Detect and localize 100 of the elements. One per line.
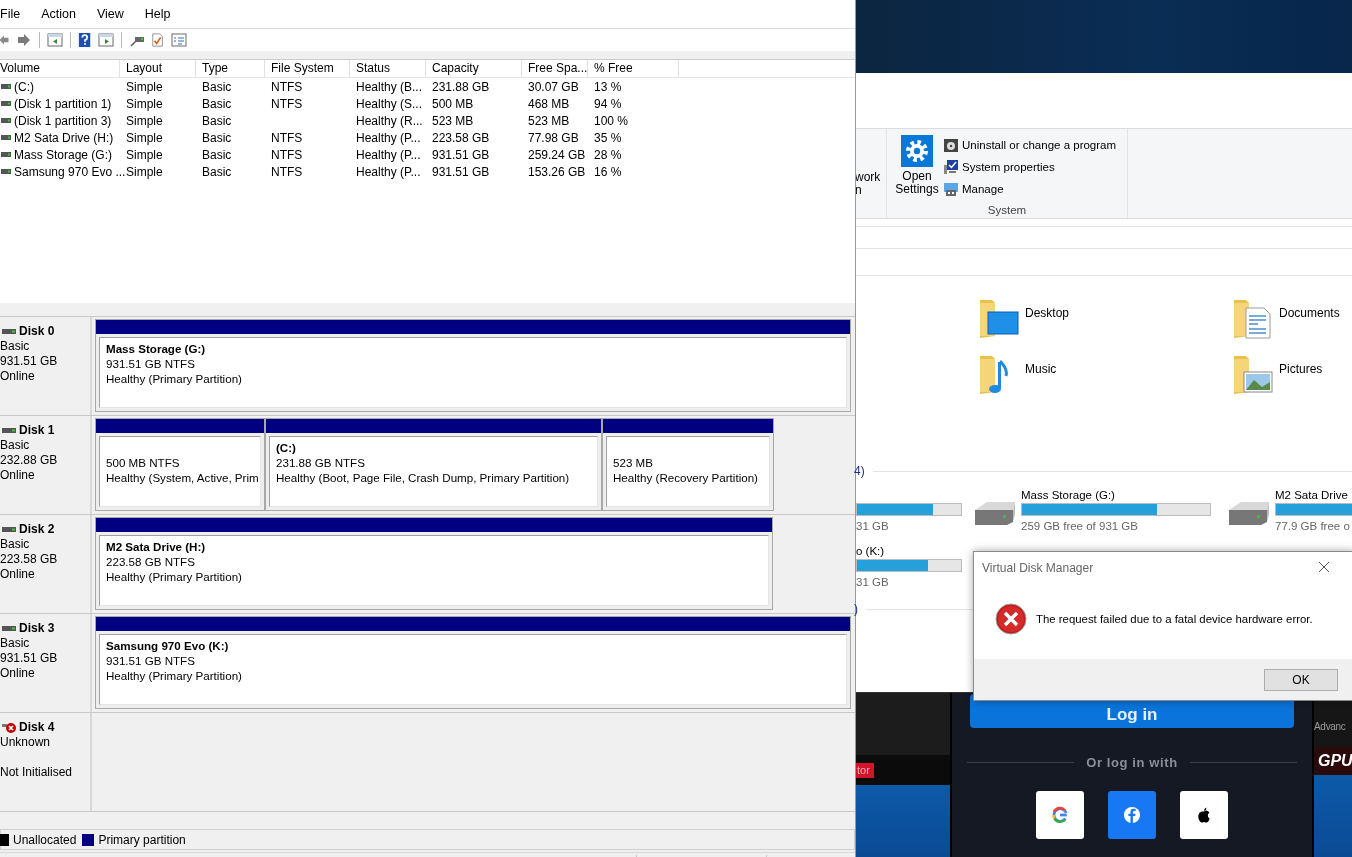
table-cell: Simple (126, 113, 163, 128)
disk-size: 931.51 GB (0, 354, 59, 369)
menu-item[interactable]: View (96, 7, 124, 21)
partition-block[interactable]: 500 MB NTFS Healthy (System, Active, Prim (95, 418, 265, 511)
checklist-icon[interactable] (151, 32, 165, 48)
disk-name: Disk 0 (19, 324, 55, 339)
help-icon[interactable] (78, 32, 92, 48)
column-header[interactable]: Capacity (426, 60, 522, 77)
partition-block[interactable]: Mass Storage (G:) 931.51 GB NTFS Healthy (Primary Partition) (95, 319, 851, 412)
disk-type: Basic (0, 339, 31, 354)
drive-free-space: 31 GB (856, 518, 890, 534)
disk-info-panel[interactable]: Disk 4 Unknown Not Initialised (0, 713, 92, 811)
disk-name: Disk 3 (19, 621, 55, 636)
drive-tile[interactable]: M2 Sata Drive 77.9 GB free o (1224, 482, 1352, 538)
group-heading[interactable]: ) (856, 602, 1352, 616)
partition-block[interactable]: (C:) 231.88 GB NTFS Healthy (Boot, Page File, Crash Dump, Primary Partition) (265, 418, 602, 511)
console-tree-icon[interactable] (47, 32, 63, 48)
table-cell: 28 % (594, 147, 622, 162)
menu-item[interactable]: Action (41, 7, 76, 21)
facebook-login-button[interactable] (1108, 791, 1156, 839)
table-cell: Simple (126, 96, 163, 111)
forward-arrow-icon[interactable] (16, 32, 32, 48)
close-button[interactable] (1318, 560, 1332, 575)
error-icon (995, 603, 1027, 635)
disk-type: Basic (0, 438, 31, 453)
apple-login-button[interactable] (1180, 791, 1228, 839)
disc-box-icon (943, 137, 959, 153)
ribbon-group-label: System (986, 204, 1028, 218)
hard-drive-icon (1227, 500, 1271, 526)
drive-free-space: 31 GB (856, 574, 890, 590)
partition-block[interactable]: 523 MB Healthy (Recovery Partition) (602, 418, 774, 511)
table-cell: Basic (202, 79, 232, 94)
partition-size: 231.88 GB NTFS (276, 455, 366, 470)
column-header[interactable]: Type (196, 60, 265, 77)
table-cell: (Disk 1 partition 3) (14, 113, 112, 128)
drive-icon (1, 169, 11, 174)
disk-info-panel[interactable]: Disk 1 Basic 232.88 GB Online (0, 416, 92, 514)
disk-size: 223.58 GB (0, 552, 59, 567)
column-header[interactable]: Status (350, 60, 426, 77)
drive-tile[interactable]: o (K:) 31 GB (856, 538, 970, 594)
google-login-button[interactable] (1036, 791, 1084, 839)
partition-block[interactable]: M2 Sata Drive (H:) 223.58 GB NTFS Healthy (Primary Partition) (95, 517, 773, 610)
table-cell: 523 MB (432, 113, 474, 128)
disk-info-panel[interactable]: Disk 3 Basic 931.51 GB Online (0, 614, 92, 712)
table-cell: 16 % (594, 164, 622, 179)
table-cell: NTFS (271, 130, 303, 145)
folder-item[interactable]: Documents (1232, 298, 1352, 338)
partition-status: Healthy (Primary Partition) (106, 668, 243, 683)
disk-name: Disk 4 (19, 720, 55, 735)
table-cell: Basic (202, 164, 232, 179)
folder-name: Music (1025, 362, 1057, 376)
drive-tile[interactable]: 31 GB (856, 482, 970, 538)
open-settings-button[interactable]: Open Settings (891, 135, 943, 204)
table-cell: Simple (126, 79, 163, 94)
partition-size: 223.58 GB NTFS (106, 554, 196, 569)
column-header[interactable]: File System (265, 60, 350, 77)
menu-item[interactable]: Help (144, 7, 171, 21)
partition-title: Samsung 970 Evo (K:) (106, 638, 230, 653)
drive-name: M2 Sata Drive (1275, 487, 1349, 503)
google-logo-icon (1051, 806, 1069, 824)
menu-item[interactable]: File (0, 7, 21, 21)
disk-type: Basic (0, 537, 31, 552)
table-cell: Basic (202, 130, 232, 145)
folder-item[interactable]: Desktop (978, 298, 1232, 338)
disk-type: Basic (0, 636, 31, 651)
column-header[interactable]: Layout (120, 60, 196, 77)
table-cell: Basic (202, 96, 232, 111)
table-cell: 259.24 GB (528, 147, 586, 162)
folder-item[interactable]: Pictures (1232, 354, 1352, 394)
disk-name: Disk 2 (19, 522, 55, 537)
column-header[interactable]: % Free (588, 60, 679, 77)
table-cell: NTFS (271, 79, 303, 94)
partition-block[interactable]: Samsung 970 Evo (K:) 931.51 GB NTFS Healthy (Primary Partition) (95, 616, 851, 709)
disk-info-panel[interactable]: Disk 2 Basic 223.58 GB Online (0, 515, 92, 613)
disk-status: Online (0, 567, 36, 582)
table-cell: Healthy (B... (356, 79, 423, 94)
partition-status: Healthy (Recovery Partition) (613, 470, 759, 485)
drive-tile[interactable]: Mass Storage (G:) 259 GB free of 931 GB (970, 482, 1224, 538)
column-header[interactable]: Free Spa... (522, 60, 588, 77)
partition-title: M2 Sata Drive (H:) (106, 539, 207, 554)
column-header[interactable]: Volume (0, 60, 120, 77)
table-cell: Healthy (P... (356, 147, 421, 162)
table-cell: 468 MB (528, 96, 570, 111)
action-pane-icon[interactable] (98, 32, 114, 48)
ok-button[interactable]: OK (1264, 668, 1338, 691)
ribbon-item[interactable]: Manage (943, 181, 1117, 197)
disk-error-icon (2, 721, 16, 734)
table-cell: NTFS (271, 96, 303, 111)
table-cell: Basic (202, 147, 232, 162)
ribbon-label[interactable]: n (856, 184, 862, 197)
computer-icon (943, 181, 959, 197)
folder-item[interactable]: Music (978, 354, 1232, 394)
group-heading[interactable]: 4) (856, 464, 1352, 478)
folder-name: Pictures (1279, 362, 1323, 376)
ribbon-item[interactable]: Uninstall or change a program (943, 137, 1117, 153)
partition-status: Healthy (Primary Partition) (106, 569, 243, 584)
ribbon-item[interactable]: System properties (943, 159, 1117, 175)
drive-free-space: 259 GB free of 931 GB (1021, 518, 1139, 534)
disk-info-panel[interactable]: Disk 0 Basic 931.51 GB Online (0, 317, 92, 415)
drive-icon (1, 135, 11, 140)
